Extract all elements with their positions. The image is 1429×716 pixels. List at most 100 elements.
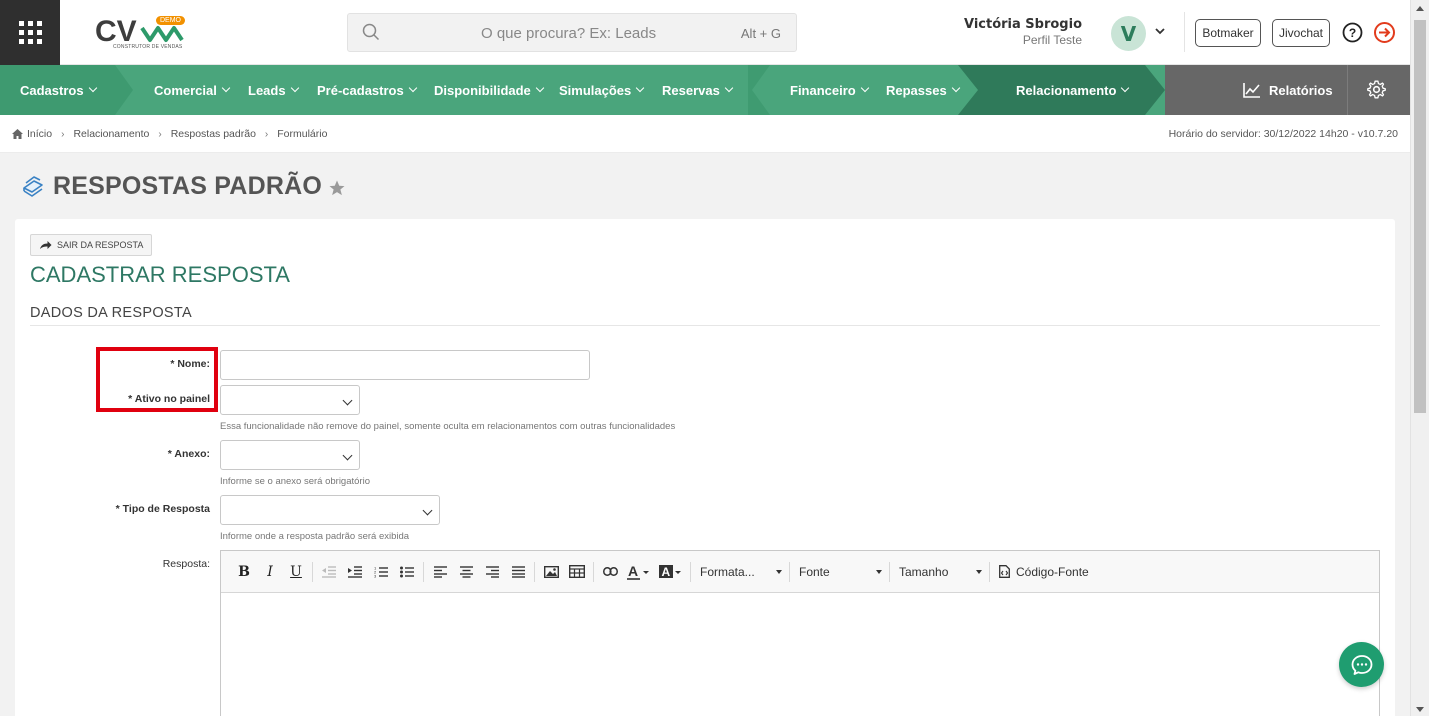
caret-down-icon xyxy=(776,569,782,574)
search-bar[interactable]: O que procura? Ex: Leads Alt + G xyxy=(347,13,797,52)
help-icon[interactable]: ? xyxy=(1342,22,1363,43)
form-title: CADASTRAR RESPOSTA xyxy=(30,262,290,287)
gear-icon[interactable] xyxy=(1366,79,1387,100)
svg-text:A: A xyxy=(662,565,671,579)
nav-cadastros[interactable]: Cadastros xyxy=(20,65,97,115)
background-color-icon[interactable]: A xyxy=(655,559,687,585)
rich-text-editor: B I U 123 A A Formata... Fonte Tamanho C… xyxy=(220,550,1380,716)
nav-financeiro[interactable]: Financeiro xyxy=(790,65,869,115)
grid-icon xyxy=(18,21,42,44)
breadcrumb-bar: Início › Relacionamento › Respostas padr… xyxy=(0,115,1410,153)
anexo-select[interactable] xyxy=(220,440,360,470)
jivochat-button[interactable]: Jivochat xyxy=(1272,19,1330,47)
ativo-select[interactable] xyxy=(220,385,360,415)
chevron-down-icon xyxy=(88,83,97,93)
botmaker-button[interactable]: Botmaker xyxy=(1195,19,1261,47)
chevron-down-icon xyxy=(221,83,231,93)
source-code-icon xyxy=(999,565,1010,578)
nav-comercial[interactable]: Comercial xyxy=(154,65,231,115)
section-title: DADOS DA RESPOSTA xyxy=(30,305,192,321)
underline-button[interactable]: U xyxy=(283,559,309,585)
chat-button[interactable] xyxy=(1339,642,1384,687)
font-dropdown[interactable]: Fonte xyxy=(793,559,886,585)
nav-simulacoes[interactable]: Simulações xyxy=(559,65,645,115)
breadcrumb-respostas-padrao[interactable]: Respostas padrão xyxy=(171,128,256,140)
align-left-icon[interactable] xyxy=(427,559,453,585)
chevron-down-icon xyxy=(290,83,299,93)
nome-input[interactable] xyxy=(220,350,590,380)
align-justify-icon[interactable] xyxy=(505,559,531,585)
chevron-down-icon xyxy=(1121,83,1130,93)
scroll-down-icon[interactable] xyxy=(1416,707,1424,712)
ativo-help: Essa funcionalidade não remove do painel… xyxy=(220,421,676,432)
user-name[interactable]: Victória Sbrogio xyxy=(964,17,1082,32)
nav-leads[interactable]: Leads xyxy=(248,65,299,115)
reports-link[interactable]: Relatórios xyxy=(1243,65,1333,115)
section-divider xyxy=(30,325,1380,326)
toolbar-divider xyxy=(789,561,790,582)
page-scrollbar[interactable] xyxy=(1410,0,1429,716)
caret-down-icon xyxy=(976,569,982,574)
nav-repasses[interactable]: Repasses xyxy=(886,65,960,115)
svg-text:A: A xyxy=(628,564,638,579)
avatar[interactable]: V xyxy=(1111,16,1146,51)
anexo-help: Informe se o anexo será obrigatório xyxy=(220,476,370,487)
numbered-list-icon[interactable]: 123 xyxy=(368,559,394,585)
chevron-down-icon xyxy=(342,450,353,461)
bulleted-list-icon[interactable] xyxy=(394,559,420,585)
editor-toolbar: B I U 123 A A Formata... Fonte Tamanho C… xyxy=(221,551,1379,593)
tipo-label: * Tipo de Resposta xyxy=(115,503,210,515)
image-icon[interactable] xyxy=(538,559,564,585)
link-icon[interactable] xyxy=(597,559,623,585)
size-dropdown[interactable]: Tamanho xyxy=(893,559,986,585)
search-placeholder: O que procura? Ex: Leads xyxy=(481,25,657,42)
search-shortcut-hint: Alt + G xyxy=(740,26,781,41)
text-color-icon[interactable]: A xyxy=(623,559,655,585)
chevron-down-icon xyxy=(535,83,545,93)
nav-pre-cadastros[interactable]: Pré-cadastros xyxy=(317,65,417,115)
svg-text:?: ? xyxy=(1349,26,1356,40)
breadcrumb-home[interactable]: Início xyxy=(27,128,52,140)
nav-reservas[interactable]: Reservas xyxy=(662,65,734,115)
scroll-thumb[interactable] xyxy=(1414,20,1426,413)
align-right-icon[interactable] xyxy=(479,559,505,585)
share-arrow-icon xyxy=(40,241,52,249)
chevron-down-icon[interactable] xyxy=(1154,25,1166,37)
chevron-down-icon xyxy=(342,395,353,406)
server-time: Horário do servidor: 30/12/2022 14h20 - … xyxy=(1168,128,1398,140)
svg-text:3: 3 xyxy=(374,573,377,578)
toolbar-divider xyxy=(989,561,990,582)
table-icon[interactable] xyxy=(564,559,590,585)
home-icon xyxy=(12,129,23,139)
breadcrumb-relacionamento[interactable]: Relacionamento xyxy=(73,128,149,140)
nav-disponibilidade[interactable]: Disponibilidade xyxy=(434,65,545,115)
italic-button[interactable]: I xyxy=(257,559,283,585)
chevron-down-icon xyxy=(422,505,433,516)
align-center-icon[interactable] xyxy=(453,559,479,585)
star-icon[interactable] xyxy=(328,179,346,197)
resposta-label: Resposta: xyxy=(162,558,210,570)
toolbar-divider xyxy=(690,561,691,582)
bold-button[interactable]: B xyxy=(231,559,257,585)
indent-icon[interactable] xyxy=(342,559,368,585)
main-nav: Cadastros Comercial Leads Pré-cadastros … xyxy=(0,65,1410,115)
outdent-icon[interactable] xyxy=(316,559,342,585)
page-header: RESPOSTAS PADRÃO xyxy=(20,172,346,201)
chevron-down-icon xyxy=(724,83,734,93)
breadcrumb-formulario: Formulário xyxy=(277,128,328,140)
editor-content-area[interactable] xyxy=(221,594,1379,716)
format-dropdown[interactable]: Formata... xyxy=(694,559,786,585)
source-code-button[interactable]: Código-Fonte xyxy=(993,559,1095,585)
nav-relacionamento[interactable]: Relacionamento xyxy=(1016,65,1130,115)
apps-menu-button[interactable] xyxy=(0,0,60,65)
exit-response-button[interactable]: SAIR DA RESPOSTA xyxy=(30,234,153,256)
logout-icon[interactable] xyxy=(1373,21,1396,44)
search-icon xyxy=(362,23,380,41)
user-role: Perfil Teste xyxy=(1022,33,1082,47)
chevron-down-icon xyxy=(951,83,960,93)
scroll-up-icon[interactable] xyxy=(1416,6,1424,11)
tipo-help: Informe onde a resposta padrão será exib… xyxy=(220,531,410,542)
tipo-select[interactable] xyxy=(220,495,440,525)
form-card: SAIR DA RESPOSTA CADASTRAR RESPOSTA DADO… xyxy=(15,219,1395,716)
toolbar-divider xyxy=(593,561,594,582)
